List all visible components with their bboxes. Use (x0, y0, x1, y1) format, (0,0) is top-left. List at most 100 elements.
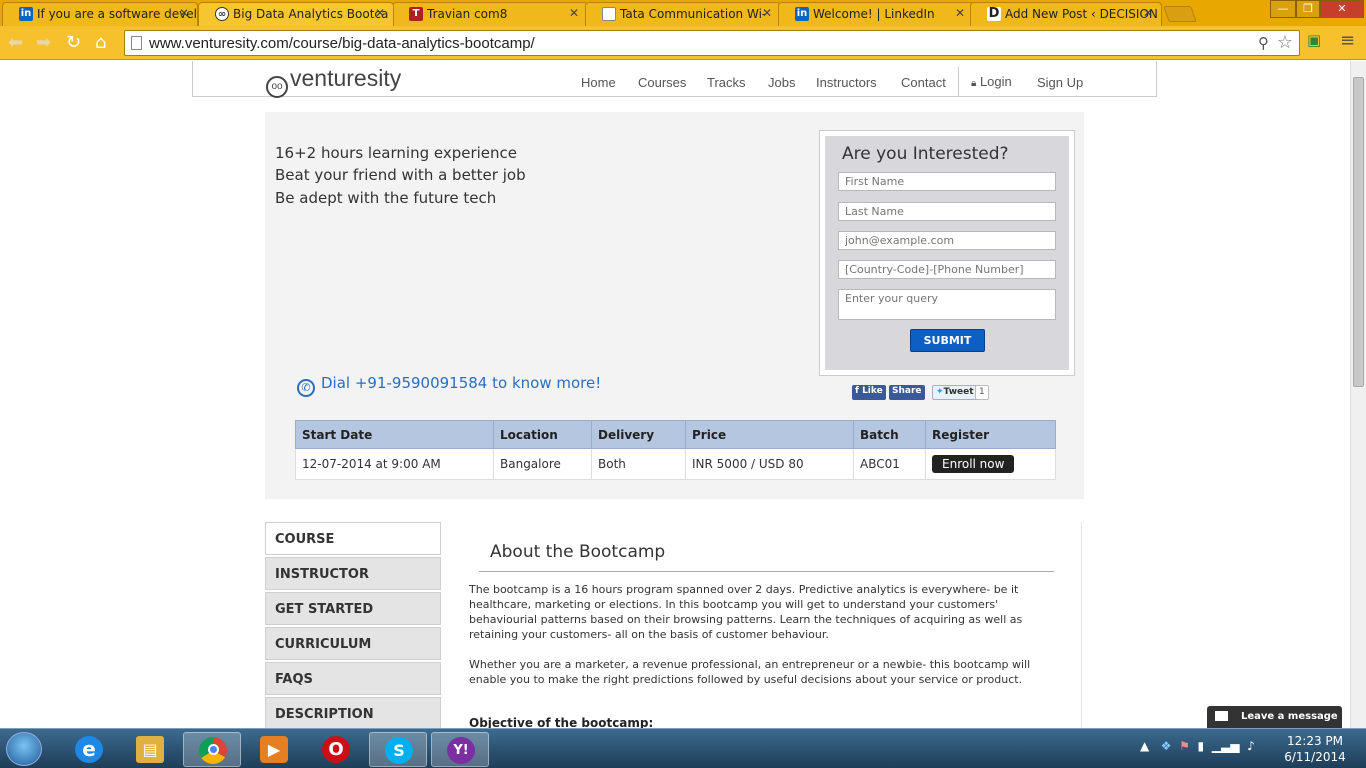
new-tab-button[interactable] (1163, 6, 1197, 22)
tab-title: If you are a software devel (37, 7, 197, 21)
show-hidden-icons-icon[interactable]: ▲ (1140, 739, 1149, 753)
dropbox-icon[interactable]: ❖ (1161, 739, 1172, 753)
nav-courses[interactable]: Courses (638, 75, 686, 90)
browser-tab-strip: in If you are a software devel ✕ ∞ Big D… (0, 0, 1366, 26)
browser-tab-6[interactable]: D Add New Post ‹ DECISION ✕ (970, 2, 1162, 26)
maximize-icon[interactable]: ❐ (1296, 0, 1320, 18)
heading-divider (479, 571, 1054, 572)
tab-curriculum[interactable]: CURRICULUM (265, 627, 441, 660)
explorer-icon: ▤ (136, 736, 164, 763)
menu-icon[interactable]: ≡ (1340, 30, 1355, 51)
close-tab-icon[interactable]: ✕ (762, 6, 772, 20)
home-icon[interactable]: ⌂ (95, 32, 106, 53)
lock-icon: 🔒︎ (971, 78, 977, 89)
close-tab-icon[interactable]: ✕ (1143, 6, 1153, 20)
web-page: oo venturesity Home Courses Tracks Jobs I… (0, 61, 1350, 728)
dial-cta[interactable]: ✆ Dial +91-9590091584 to know more! (297, 374, 601, 397)
nav-divider (958, 67, 959, 97)
skype-icon: S (385, 737, 413, 764)
browser-tab-3[interactable]: T Travian com8 ✕ (392, 2, 588, 26)
tab-title: Tata Communication Wi- (620, 7, 767, 21)
address-bar[interactable]: www.venturesity.com/course/big-data-anal… (124, 30, 1300, 56)
dial-text: Dial +91-9590091584 to know more! (321, 374, 602, 392)
nav-tracks[interactable]: Tracks (707, 75, 746, 90)
browser-toolbar: ⬅ ➡ ↻ ⌂ www.venturesity.com/course/big-d… (0, 26, 1366, 60)
login-link[interactable]: 🔒︎ Login (971, 74, 1012, 89)
close-tab-icon[interactable]: ✕ (955, 6, 965, 20)
extension-icon[interactable]: ▣ (1307, 31, 1321, 49)
browser-tab-5[interactable]: in Welcome! | LinkedIn ✕ (778, 2, 974, 26)
logo-text: venturesity (290, 65, 402, 91)
close-tab-icon[interactable]: ✕ (569, 6, 579, 20)
linkedin-favicon-icon: in (19, 7, 33, 21)
browser-tab-1[interactable]: in If you are a software devel ✕ (2, 2, 198, 26)
query-textarea[interactable] (838, 289, 1056, 320)
tab-faqs[interactable]: FAQS (265, 662, 441, 695)
network-signal-icon[interactable]: ▁▃▅ (1212, 739, 1240, 753)
site-header: oo venturesity Home Courses Tracks Jobs I… (192, 61, 1157, 98)
zoom-icon[interactable]: ⚲ (1258, 34, 1269, 52)
tweet-button[interactable]: ✦Tweet (932, 385, 978, 400)
tab-instructor[interactable]: INSTRUCTOR (265, 557, 441, 590)
taskbar-app[interactable]: Y! (431, 732, 489, 767)
last-name-input[interactable] (838, 202, 1056, 221)
twitter-bird-icon: ✦ (936, 387, 944, 397)
browser-tab-2[interactable]: ∞ Big Data Analytics Bootca ✕ (198, 2, 394, 26)
facebook-share-button[interactable]: Share (889, 385, 925, 400)
nav-contact[interactable]: Contact (901, 75, 946, 90)
url-text[interactable]: www.venturesity.com/course/big-data-anal… (149, 35, 535, 52)
windows-taskbar: e ▤ ▶ O S Y! ▲ ❖ ⚑ ▮ ▁▃▅ ♪ 12:23 PM 6/11… (0, 728, 1366, 768)
taskbar-app[interactable]: O (307, 732, 365, 767)
tab-description[interactable]: DESCRIPTION (265, 697, 441, 728)
close-tab-icon[interactable]: ✕ (179, 6, 189, 20)
taskbar-app[interactable]: e (60, 732, 118, 767)
tab-get-started[interactable]: GET STARTED (265, 592, 441, 625)
first-name-input[interactable] (838, 172, 1056, 191)
tab-course[interactable]: COURSE (265, 522, 441, 555)
document-favicon-icon (602, 7, 616, 21)
system-clock[interactable]: 12:23 PM 6/11/2014 (1280, 733, 1350, 765)
start-button[interactable] (6, 732, 42, 766)
interest-form-panel: Are you Interested? SUBMIT (825, 136, 1069, 370)
back-icon[interactable]: ⬅ (8, 32, 23, 53)
scrollbar-thumb[interactable] (1353, 77, 1364, 387)
column-header: Batch (853, 420, 926, 449)
taskbar-app[interactable]: ▶ (245, 732, 303, 767)
nav-instructors[interactable]: Instructors (816, 75, 877, 90)
submit-button[interactable]: SUBMIT (910, 329, 985, 352)
yahoo-messenger-icon: Y! (447, 737, 475, 764)
browser-tab-4[interactable]: Tata Communication Wi- ✕ (585, 2, 781, 26)
nav-jobs[interactable]: Jobs (768, 75, 795, 90)
course-sidebar: COURSE INSTRUCTOR GET STARTED CURRICULUM… (265, 522, 441, 728)
minimize-icon[interactable]: — (1270, 0, 1296, 18)
battery-icon[interactable]: ▮ (1198, 739, 1205, 753)
phone-input[interactable] (838, 260, 1056, 279)
bookmark-star-icon[interactable]: ☆ (1277, 32, 1293, 53)
signup-link[interactable]: Sign Up (1037, 75, 1083, 90)
email-input[interactable] (838, 231, 1056, 250)
close-window-icon[interactable]: ✕ (1320, 0, 1364, 18)
price-cell: INR 5000 / USD 80 (685, 448, 854, 480)
taskbar-app[interactable] (183, 732, 241, 767)
volume-icon[interactable]: ♪ (1247, 739, 1255, 753)
site-logo[interactable]: oo venturesity (266, 65, 401, 98)
taskbar-app[interactable]: ▤ (121, 732, 179, 767)
enroll-now-button[interactable]: Enroll now (932, 455, 1015, 473)
leave-message-chat-button[interactable]: Leave a message (1207, 706, 1342, 728)
flag-icon[interactable]: ⚑ (1179, 739, 1190, 753)
decision-favicon-icon: D (987, 6, 1001, 21)
reload-icon[interactable]: ↻ (66, 32, 81, 53)
tab-title: Travian com8 (427, 7, 508, 21)
facebook-like-button[interactable]: f Like (852, 385, 886, 400)
column-header: Location (493, 420, 592, 449)
nav-home[interactable]: Home (581, 75, 616, 90)
close-tab-icon[interactable]: ✕ (375, 6, 385, 20)
tweet-label: Tweet (943, 387, 974, 397)
page-scrollbar[interactable] (1350, 61, 1366, 728)
table-header-row: Start Date Location Delivery Price Batch… (295, 420, 1056, 449)
taskbar-app[interactable]: S (369, 732, 427, 767)
forward-icon[interactable]: ➡ (36, 32, 51, 53)
facebook-icon: f (855, 386, 859, 396)
hero-line: Beat your friend with a better job (275, 166, 526, 184)
about-paragraph: The bootcamp is a 16 hours program spann… (469, 583, 1023, 641)
